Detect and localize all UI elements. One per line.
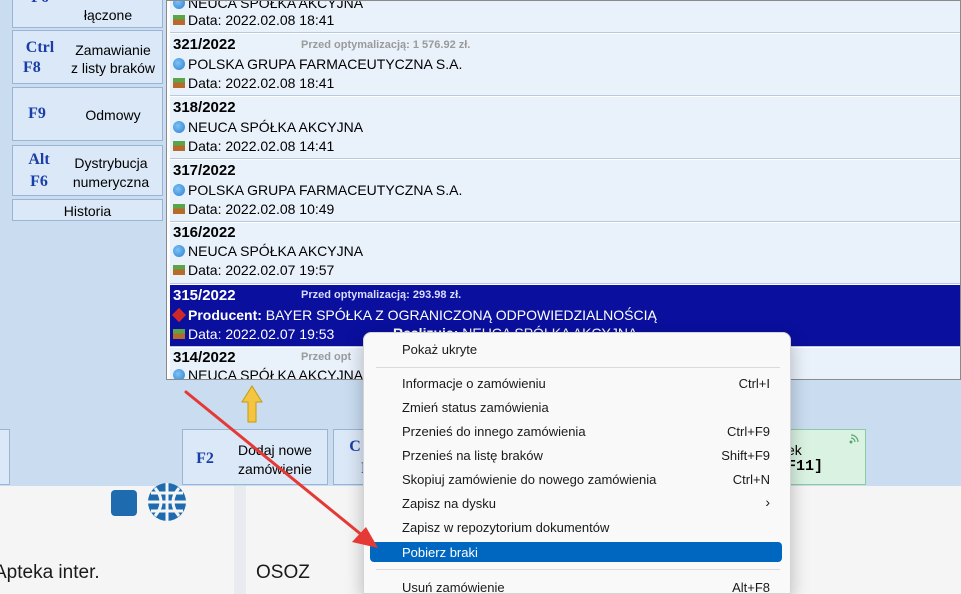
annotation-arrow-icon bbox=[184, 390, 378, 548]
